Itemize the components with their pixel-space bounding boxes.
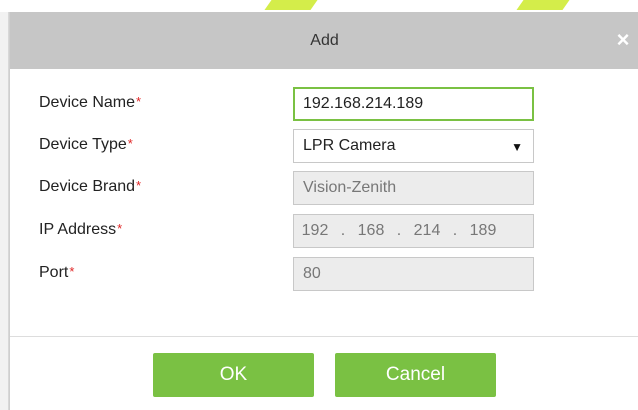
ip-separator: .	[396, 222, 402, 239]
device-type-selected-value: LPR Camera	[303, 137, 396, 154]
dialog-title: Add	[310, 31, 339, 49]
ip-octet-2[interactable]: 168	[354, 222, 388, 240]
device-type-select[interactable]: LPR Camera ▼	[293, 129, 534, 163]
required-mark: *	[136, 178, 142, 193]
ip-address-input[interactable]: 192 . 168 . 214 . 189	[293, 214, 534, 248]
device-brand-label: Device Brand*	[39, 178, 142, 195]
background-panel-edge	[0, 12, 9, 410]
footer-divider	[10, 336, 638, 337]
decorative-stripe	[516, 0, 570, 10]
close-icon[interactable]: ×	[613, 29, 633, 51]
decorative-stripe	[264, 0, 318, 10]
ip-address-row: IP Address* 192 . 168 . 214 . 189	[10, 214, 638, 248]
device-name-label: Device Name*	[39, 94, 142, 111]
required-mark: *	[127, 136, 133, 151]
ip-address-label: IP Address*	[39, 221, 123, 238]
required-mark: *	[69, 264, 75, 279]
ip-separator: .	[340, 222, 346, 239]
dropdown-arrow-icon[interactable]: ▼	[511, 140, 523, 154]
ip-separator: .	[452, 222, 458, 239]
device-brand-row: Device Brand* Vision-Zenith	[10, 171, 638, 205]
device-name-row: Device Name* 192.168.214.189	[10, 87, 638, 121]
port-label: Port*	[39, 264, 75, 281]
required-mark: *	[117, 221, 123, 236]
device-type-label: Device Type*	[39, 136, 133, 153]
device-name-input[interactable]: 192.168.214.189	[293, 87, 534, 121]
ip-octet-4[interactable]: 189	[466, 222, 500, 240]
add-device-dialog: Add × Device Name* 192.168.214.189 Devic…	[9, 12, 638, 410]
port-input[interactable]: 80	[293, 257, 534, 291]
page-backdrop	[0, 0, 638, 12]
port-row: Port* 80	[10, 257, 638, 291]
cancel-button[interactable]: Cancel	[335, 353, 496, 397]
ok-button[interactable]: OK	[153, 353, 314, 397]
ip-octet-1[interactable]: 192	[298, 222, 332, 240]
device-type-row: Device Type* LPR Camera ▼	[10, 129, 638, 163]
ip-octet-3[interactable]: 214	[410, 222, 444, 240]
dialog-titlebar: Add ×	[10, 12, 638, 69]
device-brand-field: Vision-Zenith	[293, 171, 534, 205]
required-mark: *	[136, 94, 142, 109]
